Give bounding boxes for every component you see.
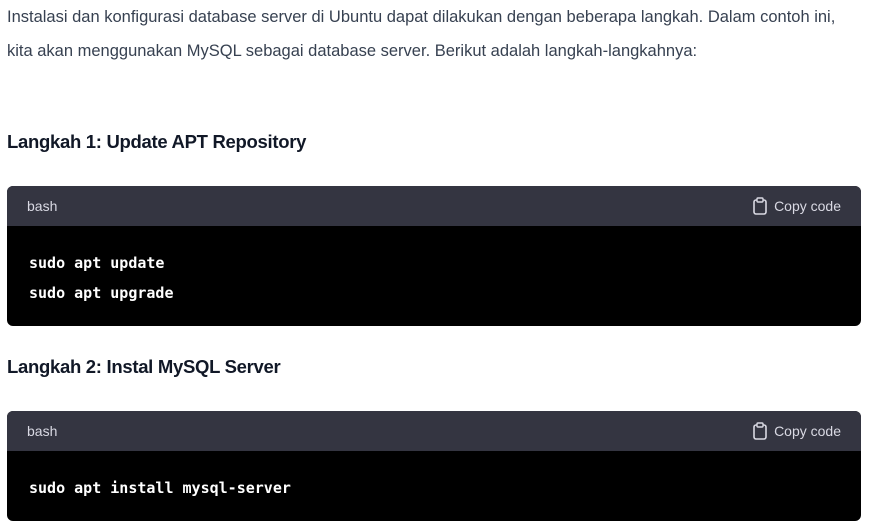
- intro-paragraph: Instalasi dan konfigurasi database serve…: [7, 8, 836, 60]
- code-language: bash: [27, 198, 58, 214]
- code-content: sudo apt update sudo apt upgrade: [29, 254, 174, 302]
- code-content: sudo apt install mysql-server: [29, 479, 291, 497]
- copy-code-label: Copy code: [774, 198, 841, 214]
- code-block-header: bash Copy code: [7, 411, 861, 451]
- step-2-heading: Langkah 2: Instal MySQL Server: [7, 356, 281, 377]
- clipboard-icon: [753, 197, 767, 215]
- clipboard-icon: [753, 422, 767, 440]
- code-block-2: bash Copy code sudo apt install mysql-se…: [7, 411, 861, 521]
- copy-code-button[interactable]: Copy code: [752, 422, 841, 440]
- step-1-heading: Langkah 1: Update APT Repository: [7, 131, 307, 152]
- code-language: bash: [27, 423, 58, 439]
- copy-code-label: Copy code: [774, 423, 841, 439]
- code-block-1: bash Copy code sudo apt update sudo apt …: [7, 186, 861, 326]
- copy-code-button[interactable]: Copy code: [752, 197, 841, 215]
- code-block-header: bash Copy code: [7, 186, 861, 226]
